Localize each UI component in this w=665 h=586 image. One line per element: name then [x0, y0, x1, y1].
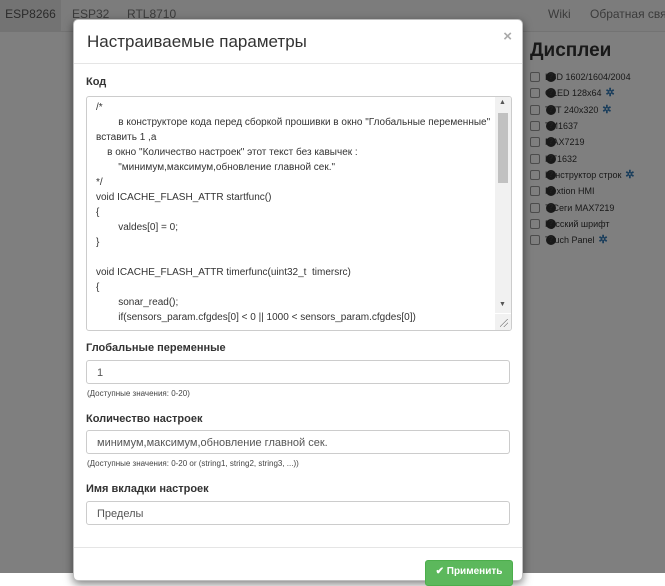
scroll-thumb[interactable] [498, 113, 508, 183]
tab-name-label: Имя вкладки настроек [86, 483, 209, 495]
modal-title: Настраиваемые параметры [87, 32, 307, 51]
modal-header: Настраиваемые параметры × [74, 20, 522, 64]
scroll-up-arrow-icon[interactable]: ▲ [499, 99, 506, 106]
settings-count-help: (Доступные значения: 0-20 or (string1, s… [87, 459, 299, 468]
code-textarea[interactable]: /* в конструкторе кода перед сборкой про… [86, 96, 512, 331]
globals-label: Глобальные переменные [86, 342, 226, 354]
settings-modal: Настраиваемые параметры × Код /* в конст… [73, 19, 523, 586]
modal-footer: ✔ Применить [74, 547, 522, 586]
close-button[interactable]: × [503, 28, 512, 45]
scroll-down-arrow-icon[interactable]: ▼ [499, 301, 506, 308]
code-text[interactable]: /* в конструкторе кода перед сборкой про… [96, 100, 491, 325]
settings-count-label: Количество настроек [86, 413, 203, 425]
globals-input[interactable]: 1 [86, 360, 510, 384]
tab-name-input[interactable]: Пределы [86, 501, 510, 525]
code-label: Код [86, 76, 107, 88]
apply-button[interactable]: ✔ Применить [425, 560, 513, 586]
resize-handle-icon[interactable] [495, 314, 511, 330]
settings-count-input[interactable]: минимум,максимум,обновление главной сек. [86, 430, 510, 454]
globals-help: (Доступные значения: 0-20) [87, 389, 190, 398]
code-scrollbar[interactable]: ▲ ▼ [495, 97, 511, 313]
